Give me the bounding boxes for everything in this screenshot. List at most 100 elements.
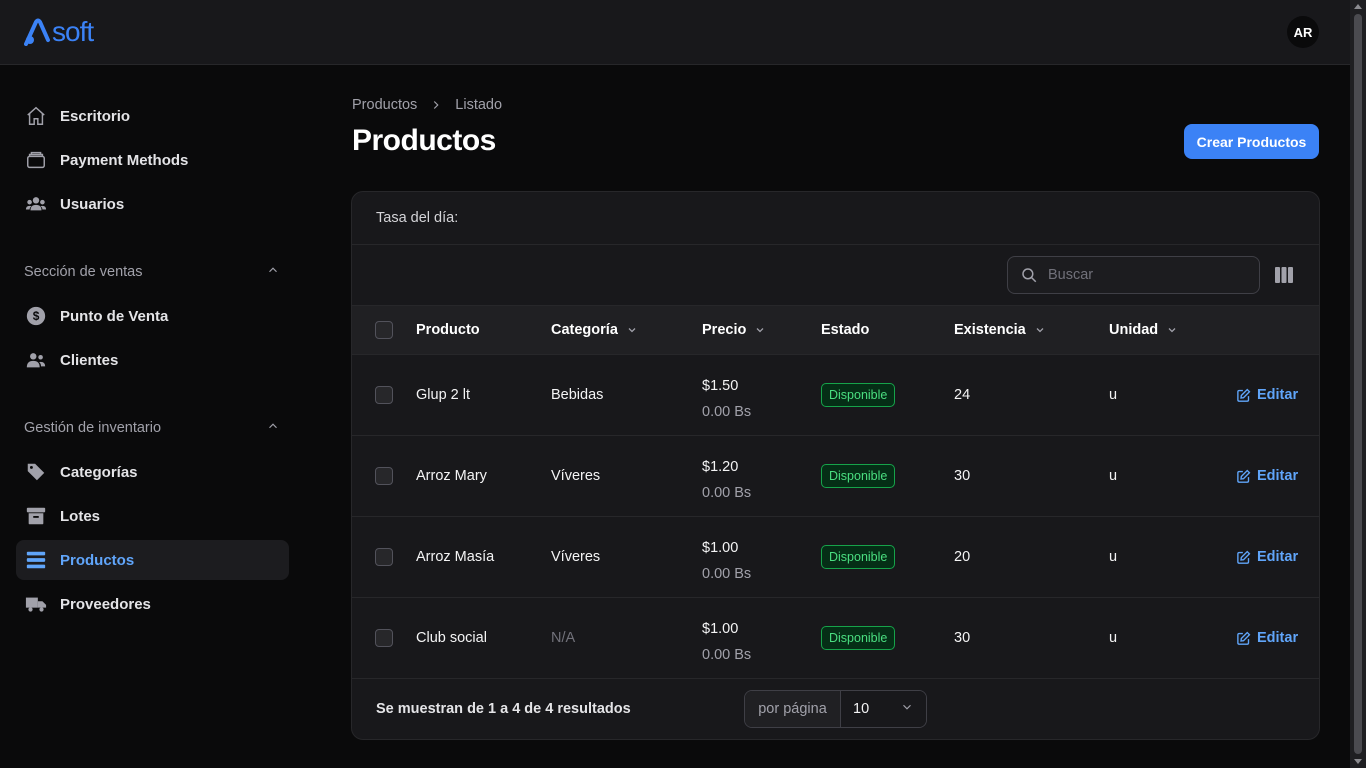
brand-logo[interactable]: soft bbox=[24, 16, 112, 47]
logo-text: soft bbox=[52, 16, 94, 47]
search-icon bbox=[1020, 266, 1038, 284]
divider bbox=[352, 244, 1319, 245]
column-precio[interactable]: Precio bbox=[702, 306, 766, 354]
edit-button[interactable]: Editar bbox=[1236, 436, 1298, 516]
sidebar-item-proveedores[interactable]: Proveedores bbox=[16, 584, 289, 624]
column-unidad[interactable]: Unidad bbox=[1109, 306, 1178, 354]
breadcrumb-item[interactable]: Productos bbox=[352, 97, 417, 113]
chevron-up-icon bbox=[266, 419, 280, 437]
create-product-button[interactable]: Crear Productos bbox=[1184, 124, 1319, 159]
sidebar-item-clientes[interactable]: Clientes bbox=[16, 340, 289, 380]
chevron-down-icon bbox=[1034, 324, 1046, 336]
cell-precio: $1.20 0.00 Bs bbox=[702, 454, 751, 506]
column-producto: Producto bbox=[416, 306, 480, 354]
select-all-checkbox[interactable] bbox=[375, 321, 393, 339]
sidebar-item-escritorio[interactable]: Escritorio bbox=[16, 96, 289, 136]
cell-unidad: u bbox=[1109, 549, 1118, 565]
price-usd: $1.00 bbox=[702, 621, 739, 637]
edit-button[interactable]: Editar bbox=[1236, 355, 1298, 435]
exchange-rate-label: Tasa del día: bbox=[376, 210, 459, 226]
per-page-label: por página bbox=[745, 691, 841, 727]
price-usd: $1.00 bbox=[702, 540, 739, 556]
per-page-value[interactable]: 10 bbox=[841, 691, 926, 727]
wallet-icon bbox=[24, 148, 48, 172]
tag-icon bbox=[24, 460, 48, 484]
sidebar-item-categorias[interactable]: Categorías bbox=[16, 452, 289, 492]
cell-unidad: u bbox=[1109, 468, 1118, 484]
sidebar-item-label: Usuarios bbox=[60, 195, 125, 213]
price-bs: 0.00 Bs bbox=[702, 404, 752, 420]
scrollbar[interactable] bbox=[1350, 0, 1366, 768]
per-page-value-text: 10 bbox=[853, 701, 870, 717]
page-title: Productos bbox=[352, 124, 496, 157]
cell-categoria: Víveres bbox=[551, 549, 601, 565]
column-existencia[interactable]: Existencia bbox=[954, 306, 1046, 354]
edit-icon bbox=[1236, 550, 1251, 565]
sidebar-item-payment-methods[interactable]: Payment Methods bbox=[16, 140, 289, 180]
cell-categoria: Víveres bbox=[551, 468, 601, 484]
scroll-thumb[interactable] bbox=[1354, 14, 1362, 754]
search-input[interactable]: Buscar bbox=[1007, 256, 1260, 294]
status-badge: Disponible bbox=[821, 545, 896, 569]
column-label: Precio bbox=[702, 322, 747, 338]
columns-toggle-icon[interactable] bbox=[1275, 266, 1293, 284]
table-row: Arroz Masía Víveres $1.00 0.00 Bs Dispon… bbox=[352, 517, 1319, 598]
group-inventario[interactable]: Gestión de inventario bbox=[24, 416, 280, 440]
edit-icon bbox=[1236, 631, 1251, 646]
cell-precio: $1.50 0.00 Bs bbox=[702, 373, 751, 425]
home-icon bbox=[24, 104, 48, 128]
sidebar-item-label: Proveedores bbox=[60, 595, 151, 613]
price-bs: 0.00 Bs bbox=[702, 647, 752, 663]
edit-label: Editar bbox=[1257, 468, 1299, 484]
cell-categoria: Bebidas bbox=[551, 387, 604, 403]
chevron-down-icon bbox=[626, 324, 638, 336]
column-label: Estado bbox=[821, 322, 870, 338]
column-categoria[interactable]: Categoría bbox=[551, 306, 638, 354]
sidebar-item-label: Lotes bbox=[60, 507, 101, 525]
cell-unidad: u bbox=[1109, 630, 1118, 646]
column-estado: Estado bbox=[821, 306, 869, 354]
sidebar-item-label: Escritorio bbox=[60, 107, 131, 125]
edit-label: Editar bbox=[1257, 630, 1299, 646]
cell-categoria: N/A bbox=[551, 630, 576, 646]
dollar-icon: $ bbox=[24, 304, 48, 328]
group-ventas[interactable]: Sección de ventas bbox=[24, 260, 280, 284]
sidebar-item-label: Payment Methods bbox=[60, 151, 189, 169]
cell-existencia: 24 bbox=[954, 387, 971, 403]
search-placeholder: Buscar bbox=[1048, 267, 1094, 283]
chevron-right-icon bbox=[429, 98, 443, 112]
per-page-select[interactable]: por página 10 bbox=[744, 690, 927, 728]
status-badge: Disponible bbox=[821, 626, 896, 650]
edit-label: Editar bbox=[1257, 549, 1299, 565]
row-checkbox[interactable] bbox=[375, 548, 393, 566]
price-usd: $1.50 bbox=[702, 378, 739, 394]
list-icon bbox=[24, 548, 48, 572]
scroll-down-arrow-icon[interactable] bbox=[1354, 759, 1362, 764]
top-bar: soft AR bbox=[0, 0, 1350, 65]
chevron-down-icon bbox=[754, 324, 766, 336]
price-bs: 0.00 Bs bbox=[702, 566, 752, 582]
group-label: Gestión de inventario bbox=[24, 420, 162, 436]
sidebar-item-lotes[interactable]: Lotes bbox=[16, 496, 289, 536]
scroll-up-arrow-icon[interactable] bbox=[1354, 4, 1362, 9]
truck-icon bbox=[24, 592, 48, 616]
row-checkbox[interactable] bbox=[375, 629, 393, 647]
row-checkbox[interactable] bbox=[375, 386, 393, 404]
status-badge: Disponible bbox=[821, 464, 896, 488]
breadcrumb-item: Listado bbox=[455, 97, 503, 113]
cell-existencia: 30 bbox=[954, 630, 971, 646]
table-row: Club social N/A $1.00 0.00 Bs Disponible… bbox=[352, 598, 1319, 679]
cell-producto: Arroz Mary bbox=[416, 468, 487, 484]
svg-text:$: $ bbox=[33, 309, 40, 323]
column-label: Unidad bbox=[1109, 322, 1159, 338]
sidebar-item-productos[interactable]: Productos bbox=[16, 540, 289, 580]
avatar[interactable]: AR bbox=[1287, 16, 1319, 48]
edit-button[interactable]: Editar bbox=[1236, 517, 1298, 597]
cell-producto: Arroz Masía bbox=[416, 549, 495, 565]
column-label: Existencia bbox=[954, 322, 1026, 338]
sidebar-item-punto-de-venta[interactable]: $ Punto de Venta bbox=[16, 296, 289, 336]
row-checkbox[interactable] bbox=[375, 467, 393, 485]
sidebar-item-usuarios[interactable]: Usuarios bbox=[16, 184, 289, 224]
chevron-down-icon bbox=[900, 700, 914, 718]
edit-button[interactable]: Editar bbox=[1236, 598, 1298, 678]
